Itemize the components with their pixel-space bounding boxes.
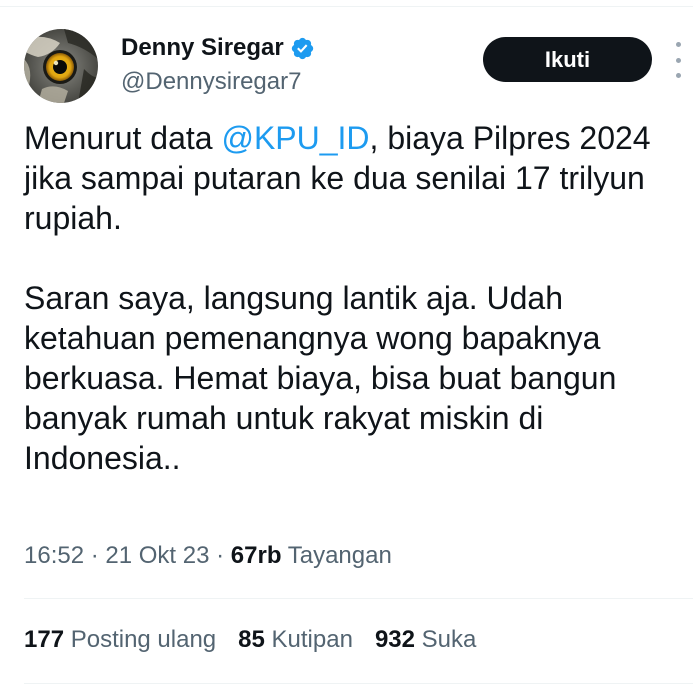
more-vertical-icon[interactable] bbox=[672, 42, 684, 78]
verified-badge-icon bbox=[291, 37, 313, 59]
reposts-label: Posting ulang bbox=[64, 626, 217, 653]
more-dot bbox=[675, 57, 681, 63]
tweet-date[interactable]: 21 Okt 23 bbox=[105, 542, 209, 569]
meta-separator: · bbox=[84, 542, 106, 569]
author-display-name[interactable]: Denny Siregar bbox=[121, 34, 284, 62]
tweet-time[interactable]: 16:52 bbox=[24, 542, 84, 569]
meta-separator: · bbox=[209, 542, 231, 569]
reposts-stat[interactable]: 177 Posting ulang bbox=[24, 626, 216, 654]
likes-stat[interactable]: 932 Suka bbox=[375, 626, 476, 654]
mention-link[interactable]: @KPU_ID bbox=[221, 120, 369, 156]
author-name-row: Denny Siregar bbox=[121, 32, 315, 64]
tweet-meta: 16:52 · 21 Okt 23 · 67rb Tayangan bbox=[24, 542, 392, 570]
quotes-label: Kutipan bbox=[264, 626, 353, 653]
tweet-text-segment: Menurut data bbox=[24, 120, 222, 156]
more-dot bbox=[675, 42, 681, 47]
likes-label: Suka bbox=[414, 626, 477, 653]
quotes-count: 85 bbox=[238, 626, 265, 653]
quotes-stat[interactable]: 85 Kutipan bbox=[238, 626, 353, 654]
top-divider bbox=[0, 6, 693, 7]
views-count: 67rb bbox=[230, 542, 282, 569]
tweet-paragraph-1: Menurut data @KPU_ID, biaya Pilpres 2024… bbox=[24, 118, 689, 238]
author-block: Denny Siregar @Dennysiregar7 bbox=[121, 32, 315, 96]
meta-divider bbox=[24, 598, 693, 599]
author-handle[interactable]: @Dennysiregar7 bbox=[121, 68, 315, 96]
author-avatar[interactable] bbox=[24, 29, 98, 103]
views-label: Tayangan bbox=[281, 542, 392, 569]
owl-avatar-icon bbox=[24, 29, 98, 103]
tweet-paragraph-2: Saran saya, langsung lantik aja. Udah ke… bbox=[24, 280, 617, 476]
tweet-text: Menurut data @KPU_ID, biaya Pilpres 2024… bbox=[24, 118, 689, 478]
reposts-count: 177 bbox=[24, 626, 65, 653]
stats-divider bbox=[24, 683, 693, 684]
more-dot bbox=[675, 73, 681, 78]
engagement-stats: 177 Posting ulang 85 Kutipan 932 Suka bbox=[24, 626, 498, 654]
likes-count: 932 bbox=[374, 626, 415, 653]
follow-button[interactable]: Ikuti bbox=[483, 37, 652, 82]
